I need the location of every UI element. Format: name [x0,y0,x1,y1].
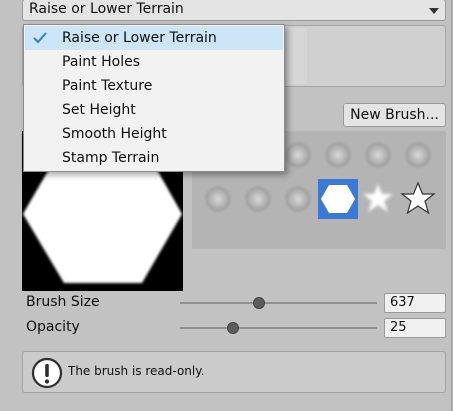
menu-item-paint-texture[interactable]: Paint Texture [25,74,283,98]
menu-item-smooth-height[interactable]: Smooth Height [25,122,283,146]
menu-item-paint-holes[interactable]: Paint Holes [25,50,283,74]
help-box: The brush is read-only. [22,351,446,393]
brush-thumbnail[interactable] [398,179,438,219]
opacity-slider-thumb[interactable] [227,322,240,334]
menu-item-label: Raise or Lower Terrain [62,30,217,46]
checkmark-icon [33,32,47,44]
brush-size-label: Brush Size [26,294,100,310]
brush-thumbnail[interactable] [358,179,398,219]
menu-item-label: Paint Holes [62,54,140,70]
help-message: The brush is read-only. [68,364,205,378]
menu-item-stamp-terrain[interactable]: Stamp Terrain [25,146,283,170]
new-brush-button[interactable]: New Brush... [343,103,446,127]
menu-item-set-height[interactable]: Set Height [25,98,283,122]
tool-tab [287,28,307,84]
tool-dropdown-label: Raise or Lower Terrain [29,1,184,17]
menu-item-label: Set Height [62,102,136,118]
menu-item-label: Paint Texture [62,78,153,94]
brush-thumbnail[interactable] [398,135,438,175]
menu-item-label: Smooth Height [62,126,167,142]
brush-thumbnail[interactable] [318,135,358,175]
tool-dropdown[interactable]: Raise or Lower Terrain [22,0,446,21]
menu-item-label: Stamp Terrain [62,150,160,166]
brush-thumbnail[interactable] [238,179,278,219]
brush-thumbnail-selected[interactable] [318,179,358,219]
soft-star-brush-icon [363,184,393,212]
opacity-field[interactable]: 25 [384,318,446,338]
brush-size-track[interactable] [180,302,377,304]
brush-thumbnail[interactable] [358,135,398,175]
brush-thumbnail[interactable] [278,179,318,219]
hexagon-brush-icon [321,185,355,213]
opacity-label: Opacity [26,319,80,335]
menu-item-raise-lower-terrain[interactable]: Raise or Lower Terrain [25,26,283,50]
brush-size-field[interactable]: 637 [384,293,446,313]
opacity-track[interactable] [180,327,377,329]
tool-dropdown-menu: Raise or Lower Terrain Paint Holes Paint… [23,24,285,172]
star-outline-brush-icon [400,181,436,215]
warning-icon [31,357,63,389]
brush-size-slider-thumb[interactable] [252,297,265,309]
dropdown-arrow-icon [429,8,439,14]
brush-thumbnail[interactable] [198,179,238,219]
